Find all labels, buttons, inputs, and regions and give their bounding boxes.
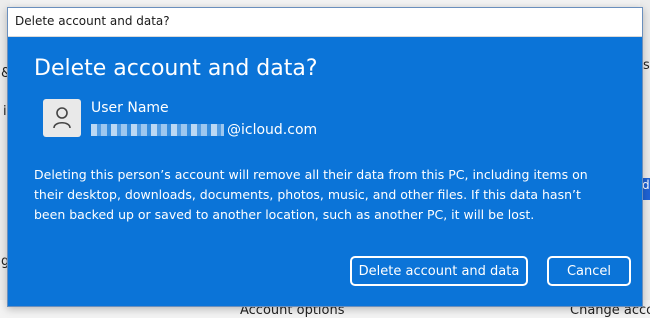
user-email: @icloud.com bbox=[91, 121, 317, 139]
background-text-fragment: s bbox=[643, 58, 650, 73]
warning-message: Deleting this person’s account will remo… bbox=[34, 167, 588, 222]
background-accent-button-fragment: d bbox=[642, 178, 650, 200]
user-name: User Name bbox=[91, 100, 169, 116]
dialog-window-title: Delete account and data? bbox=[15, 14, 170, 28]
person-icon bbox=[53, 107, 71, 129]
cancel-button[interactable]: Cancel bbox=[547, 256, 631, 286]
delete-account-dialog: Delete account and data? Delete account … bbox=[7, 7, 643, 307]
email-domain: @icloud.com bbox=[227, 122, 318, 138]
redacted-email-username bbox=[91, 124, 224, 136]
background-text-fragment: d bbox=[642, 178, 650, 192]
delete-account-button[interactable]: Delete account and data bbox=[350, 256, 528, 286]
dialog-heading: Delete account and data? bbox=[34, 56, 318, 81]
dialog-titlebar: Delete account and data? bbox=[8, 8, 642, 37]
avatar bbox=[43, 99, 81, 137]
